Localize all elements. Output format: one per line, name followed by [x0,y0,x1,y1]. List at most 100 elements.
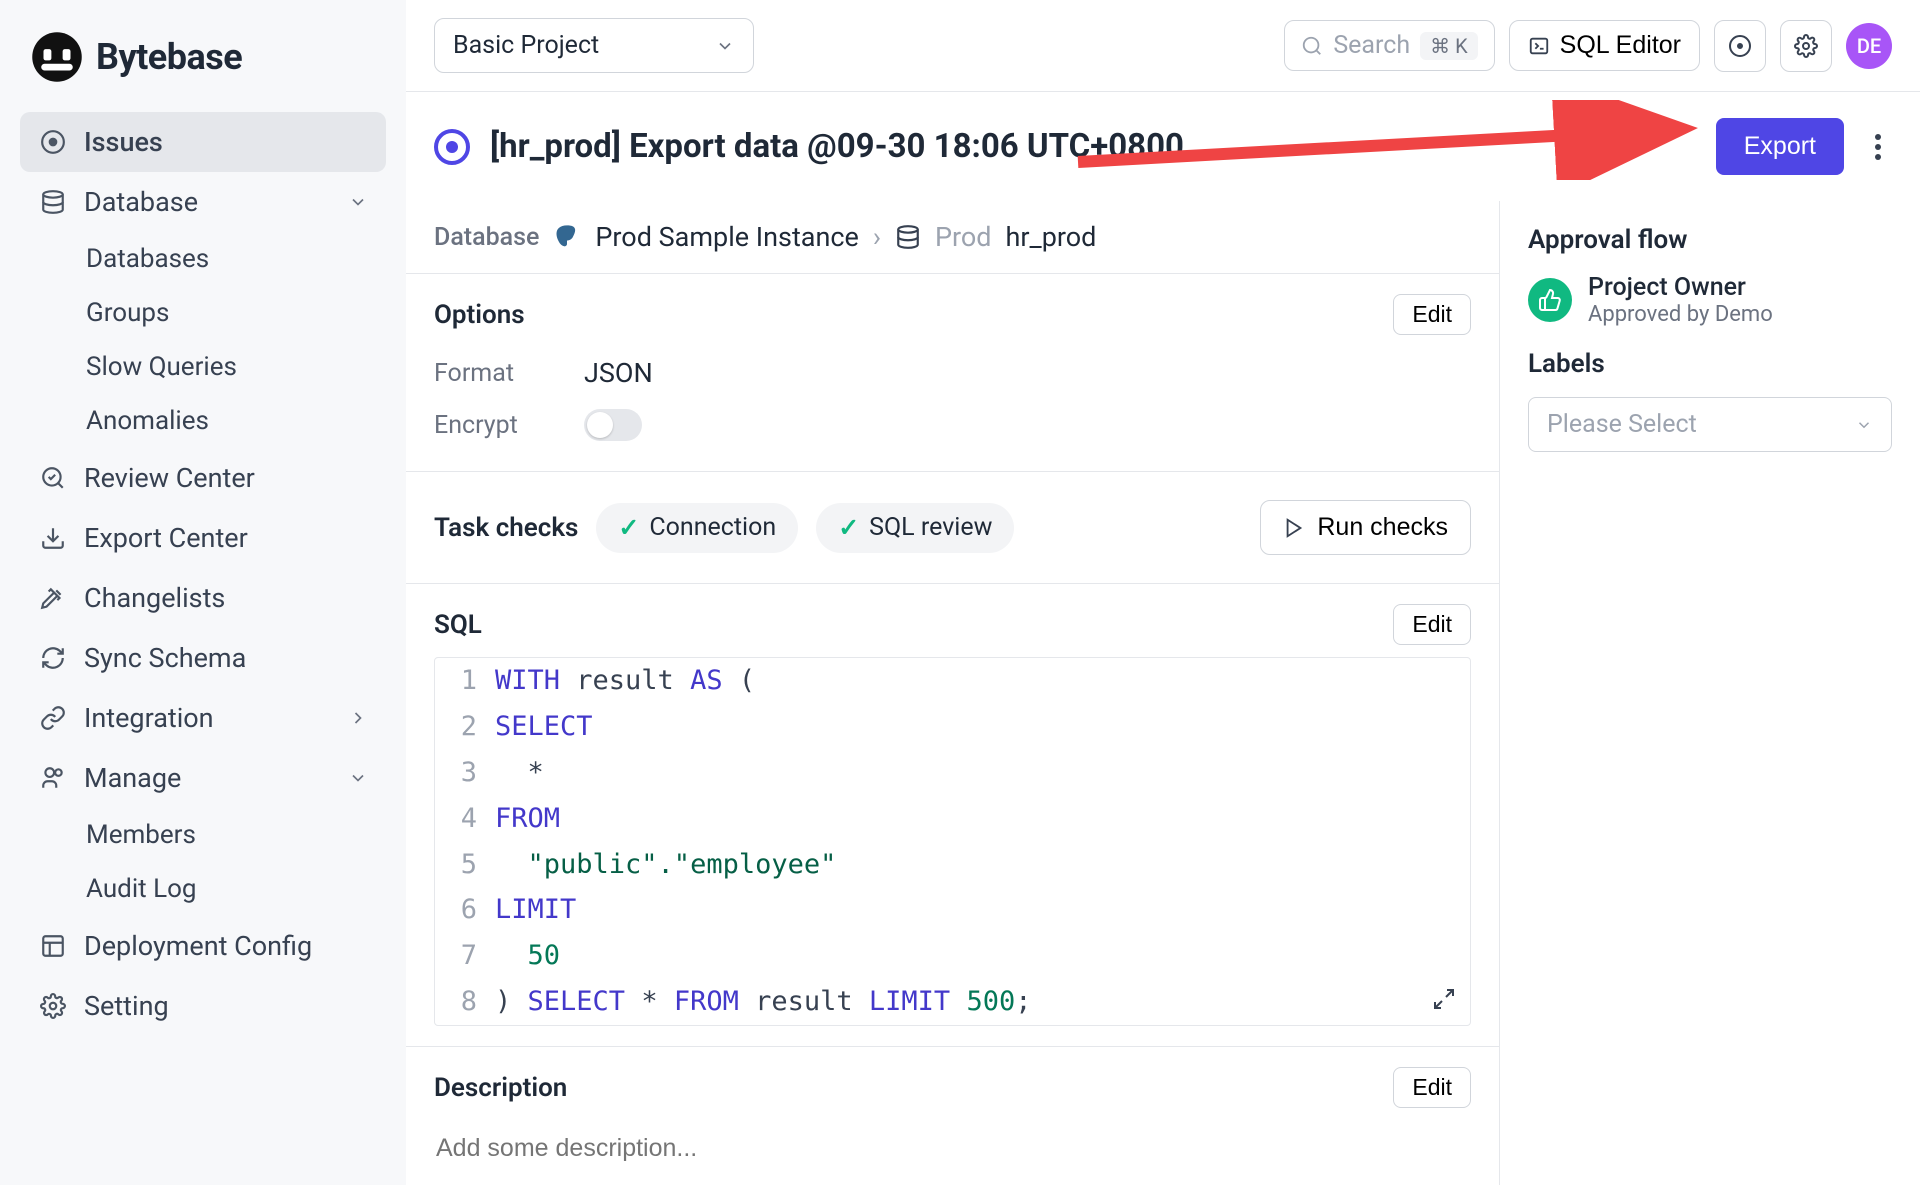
gear-icon [1794,34,1818,58]
line-number: 3 [435,750,495,796]
sidebar-item-database[interactable]: Database [20,172,386,232]
download-icon [38,523,68,553]
record-icon [38,127,68,157]
description-input[interactable] [434,1120,1471,1177]
export-button[interactable]: Export [1716,118,1844,175]
breadcrumb-separator: › [873,221,881,253]
sidebar-item-setting[interactable]: Setting [20,976,386,1036]
code: ) SELECT * FROM result LIMIT 500; [495,979,1470,1025]
sidebar-item-changelists[interactable]: Changelists [20,568,386,628]
code: WITH result AS ( [495,658,1470,704]
database-section: Database Prod Sample Instance › Prod hr_… [406,201,1499,273]
sidebar-item-review-center[interactable]: Review Center [20,448,386,508]
code: LIMIT [495,887,1470,933]
project-selector[interactable]: Basic Project [434,18,754,73]
page-title: [hr_prod] Export data @09-30 18:06 UTC+0… [490,127,1696,166]
sidebar-item-label: Changelists [84,582,225,614]
sql-line: 2SELECT [435,704,1470,750]
sidebar-item-manage[interactable]: Manage [20,748,386,808]
sidebar-item-integration[interactable]: Integration [20,688,386,748]
sidebar-item-anomalies[interactable]: Anomalies [68,394,386,448]
circle-dot-icon [1728,34,1752,58]
sidebar-item-groups[interactable]: Groups [68,286,386,340]
link-icon [38,703,68,733]
sidebar-item-label: Setting [84,990,169,1022]
check-connection-chip[interactable]: ✓ Connection [596,503,798,553]
database-icon [895,224,921,250]
topbar: Basic Project Search ⌘ K SQL Editor DE [406,0,1920,92]
labels-select[interactable]: Please Select [1528,397,1892,452]
sql-editor[interactable]: 1WITH result AS (2SELECT3 *4FROM5 "publi… [434,657,1471,1026]
sql-editor-button[interactable]: SQL Editor [1509,20,1700,71]
line-number: 1 [435,658,495,704]
database-label: Database [434,223,539,252]
chevron-down-icon [348,192,368,212]
approval-flow-header: Approval flow [1528,225,1892,255]
sidebar-item-label: Issues [84,126,163,158]
settings-button[interactable] [1780,20,1832,72]
line-number: 5 [435,842,495,888]
sidebar-item-deployment-config[interactable]: Deployment Config [20,916,386,976]
code: * [495,750,1470,796]
terminal-icon [1528,35,1550,57]
options-edit-button[interactable]: Edit [1393,294,1471,335]
main-area: Basic Project Search ⌘ K SQL Editor DE [… [406,0,1920,1185]
sidebar-item-issues[interactable]: Issues [20,112,386,172]
issue-status-icon [434,129,470,165]
gear-icon [38,991,68,1021]
sidebar-item-label: Deployment Config [84,930,312,962]
sql-line: 5 "public"."employee" [435,842,1470,888]
search-check-icon [38,463,68,493]
sql-line: 1WITH result AS ( [435,658,1470,704]
right-panel: Approval flow Project Owner Approved by … [1500,201,1920,1185]
user-avatar[interactable]: DE [1846,23,1892,69]
check-sql-review-chip[interactable]: ✓ SQL review [816,503,1014,553]
line-number: 6 [435,887,495,933]
db-name[interactable]: hr_prod [1006,221,1097,253]
sidebar-item-databases[interactable]: Databases [68,232,386,286]
more-menu-button[interactable] [1864,133,1892,161]
chevron-down-icon [1855,416,1873,434]
content-column: Database Prod Sample Instance › Prod hr_… [406,201,1500,1185]
sidebar-item-slow-queries[interactable]: Slow Queries [68,340,386,394]
sql-edit-button[interactable]: Edit [1393,604,1471,645]
sidebar-item-label: Review Center [84,462,255,494]
logo[interactable]: Bytebase [20,16,386,112]
run-checks-button[interactable]: Run checks [1260,500,1471,555]
sidebar-item-label: Export Center [84,522,248,554]
approver-role: Project Owner [1588,273,1773,302]
sidebar-item-sync-schema[interactable]: Sync Schema [20,628,386,688]
record-button[interactable] [1714,20,1766,72]
sql-line: 8) SELECT * FROM result LIMIT 500; [435,979,1470,1025]
sidebar-item-audit-log[interactable]: Audit Log [68,862,386,916]
code: FROM [495,796,1470,842]
approver-status: Approved by Demo [1588,302,1773,327]
search-input[interactable]: Search ⌘ K [1284,20,1494,71]
options-header: Options [434,300,525,330]
users-icon [38,763,68,793]
line-number: 2 [435,704,495,750]
approver-row: Project Owner Approved by Demo [1528,273,1892,327]
sidebar-item-label: Manage [84,762,181,794]
format-label: Format [434,359,534,388]
sidebar-item-members[interactable]: Members [68,808,386,862]
more-vertical-icon [1874,133,1882,161]
sidebar-item-export-center[interactable]: Export Center [20,508,386,568]
project-selector-value: Basic Project [453,31,599,60]
refresh-icon [38,643,68,673]
instance-name[interactable]: Prod Sample Instance [595,221,858,253]
description-header: Description [434,1073,567,1103]
check-icon: ✓ [618,513,639,543]
body-split: Database Prod Sample Instance › Prod hr_… [406,201,1920,1185]
expand-icon[interactable] [1432,987,1456,1011]
chevron-down-icon [348,768,368,788]
task-checks-section: Task checks ✓ Connection ✓ SQL review Ru… [406,471,1499,583]
labels-placeholder: Please Select [1547,410,1697,439]
pencil-ruler-icon [38,583,68,613]
encrypt-toggle[interactable] [584,409,642,441]
line-number: 8 [435,979,495,1025]
sql-line: 7 50 [435,933,1470,979]
chevron-down-icon [715,36,735,56]
description-edit-button[interactable]: Edit [1393,1067,1471,1108]
sidebar-item-label: Integration [84,702,214,734]
